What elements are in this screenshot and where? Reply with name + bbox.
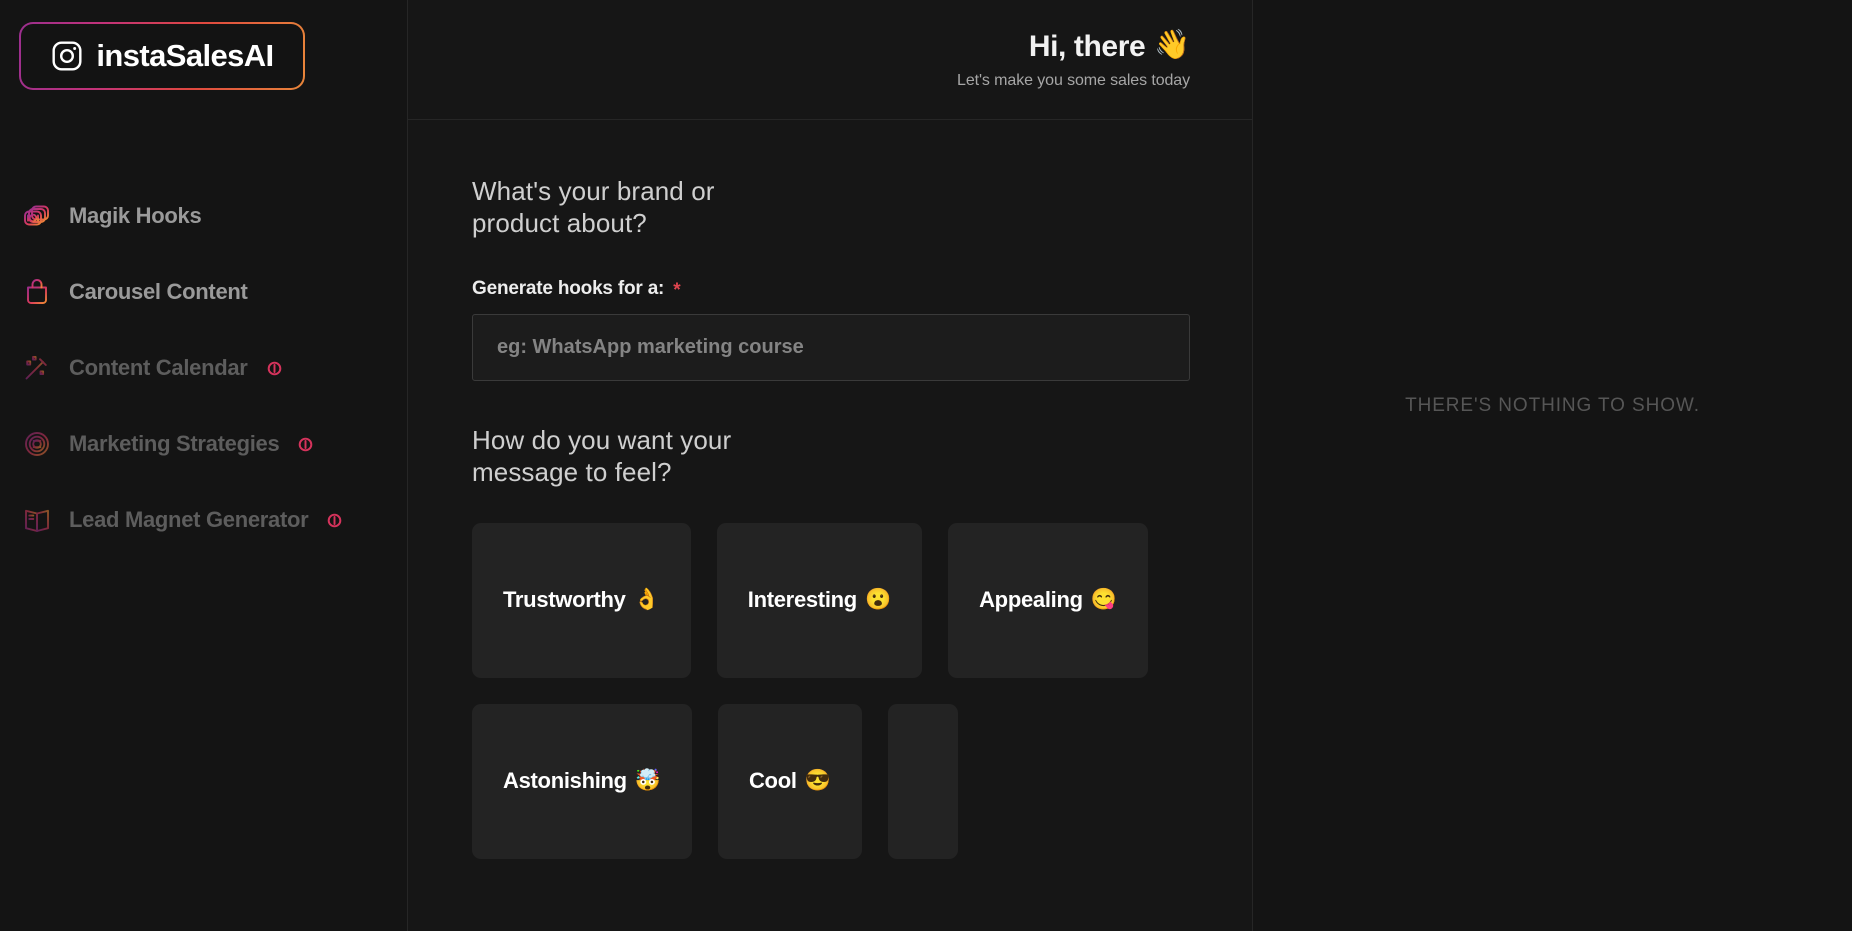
sidebar-item-marketing-strategies[interactable]: Marketing Strategies	[0, 406, 407, 482]
tone-card-cool[interactable]: Cool 😎	[717, 703, 862, 859]
tone-card-astonishing[interactable]: Astonishing 🤯	[472, 703, 692, 859]
waving-hand-icon: 👋	[1154, 29, 1190, 62]
sidebar-item-label: Lead Magnet Generator	[69, 507, 309, 532]
main-header: Hi, there 👋 Let's make you some sales to…	[408, 0, 1252, 120]
sunglasses-face-icon: 😎	[804, 769, 831, 793]
tone-label: Trustworthy	[503, 587, 626, 613]
tone-label: Appealing	[979, 587, 1083, 613]
tone-card-appealing[interactable]: Appealing 😋	[948, 522, 1148, 678]
tone-card-trustworthy[interactable]: Trustworthy 👌	[472, 522, 691, 678]
locked-info-badge-icon	[327, 513, 342, 528]
greeting-subtitle: Let's make you some sales today	[957, 71, 1190, 89]
sidebar-item-label: Magik Hooks	[69, 203, 202, 228]
sidebar-item-label: Content Calendar	[69, 355, 248, 380]
stacked-images-icon	[21, 200, 53, 232]
exploding-head-icon: 🤯	[634, 769, 661, 793]
sidebar-item-label: Marketing Strategies	[69, 431, 280, 456]
sidebar-item-label: Carousel Content	[69, 279, 248, 304]
greeting-row: Hi, there 👋	[1028, 29, 1191, 63]
brand-logo[interactable]: instaSalesAI	[0, 0, 407, 90]
sidebar-item-carousel-content[interactable]: Carousel Content	[0, 254, 407, 330]
results-panel: THERE'S NOTHING TO SHOW.	[1253, 0, 1852, 931]
spiral-target-icon	[21, 428, 53, 460]
form-body: What's your brand or product about? Gene…	[408, 120, 1252, 859]
tone-label: Cool	[748, 768, 797, 794]
brand-logo-gradient-border: instaSalesAI	[19, 22, 305, 90]
generate-hooks-label: Generate hooks for a:	[472, 277, 665, 299]
results-empty-state: THERE'S NOTHING TO SHOW.	[1405, 394, 1700, 416]
open-mouth-face-icon: 😮	[864, 588, 892, 612]
brand-logo-inner: instaSalesAI	[21, 24, 303, 88]
instagram-camera-icon	[50, 39, 84, 73]
sidebar-item-content-calendar[interactable]: Content Calendar	[0, 330, 407, 406]
magic-wand-icon	[21, 352, 53, 384]
sidebar-nav: Magik Hooks Carousel Content Content Cal…	[0, 178, 407, 558]
tone-card-interesting[interactable]: Interesting 😮	[716, 522, 923, 678]
main-panel: Hi, there 👋 Let's make you some sales to…	[408, 0, 1253, 931]
sidebar-item-magik-hooks[interactable]: Magik Hooks	[0, 178, 407, 254]
greeting-text: Hi, there	[1028, 29, 1146, 63]
tone-label: Astonishing	[503, 768, 627, 794]
app-root: instaSalesAI Magik Hooks Carousel Conten…	[0, 0, 1852, 931]
bag-icon	[21, 276, 53, 308]
sidebar-item-lead-magnet-generator[interactable]: Lead Magnet Generator	[0, 482, 407, 558]
tone-options-grid: Trustworthy 👌 Interesting 😮 Appealing 😋 …	[472, 522, 1212, 859]
brand-question-title: What's your brand or product about?	[472, 176, 715, 238]
open-book-icon	[21, 504, 53, 536]
tone-card-next-partial[interactable]	[887, 703, 958, 859]
yum-face-icon: 😋	[1090, 588, 1117, 612]
required-marker: *	[673, 280, 681, 302]
brand-product-input[interactable]	[472, 313, 1190, 381]
sidebar: instaSalesAI Magik Hooks Carousel Conten…	[0, 0, 408, 931]
ok-hand-icon: 👌	[633, 588, 660, 612]
locked-info-badge-icon	[267, 361, 282, 376]
tone-label: Interesting	[747, 587, 857, 613]
generate-hooks-label-row: Generate hooks for a: *	[472, 277, 1252, 302]
locked-info-badge-icon	[298, 437, 313, 452]
brand-name: instaSalesAI	[96, 38, 274, 73]
tone-question-title: How do you want your message to feel?	[472, 424, 732, 487]
